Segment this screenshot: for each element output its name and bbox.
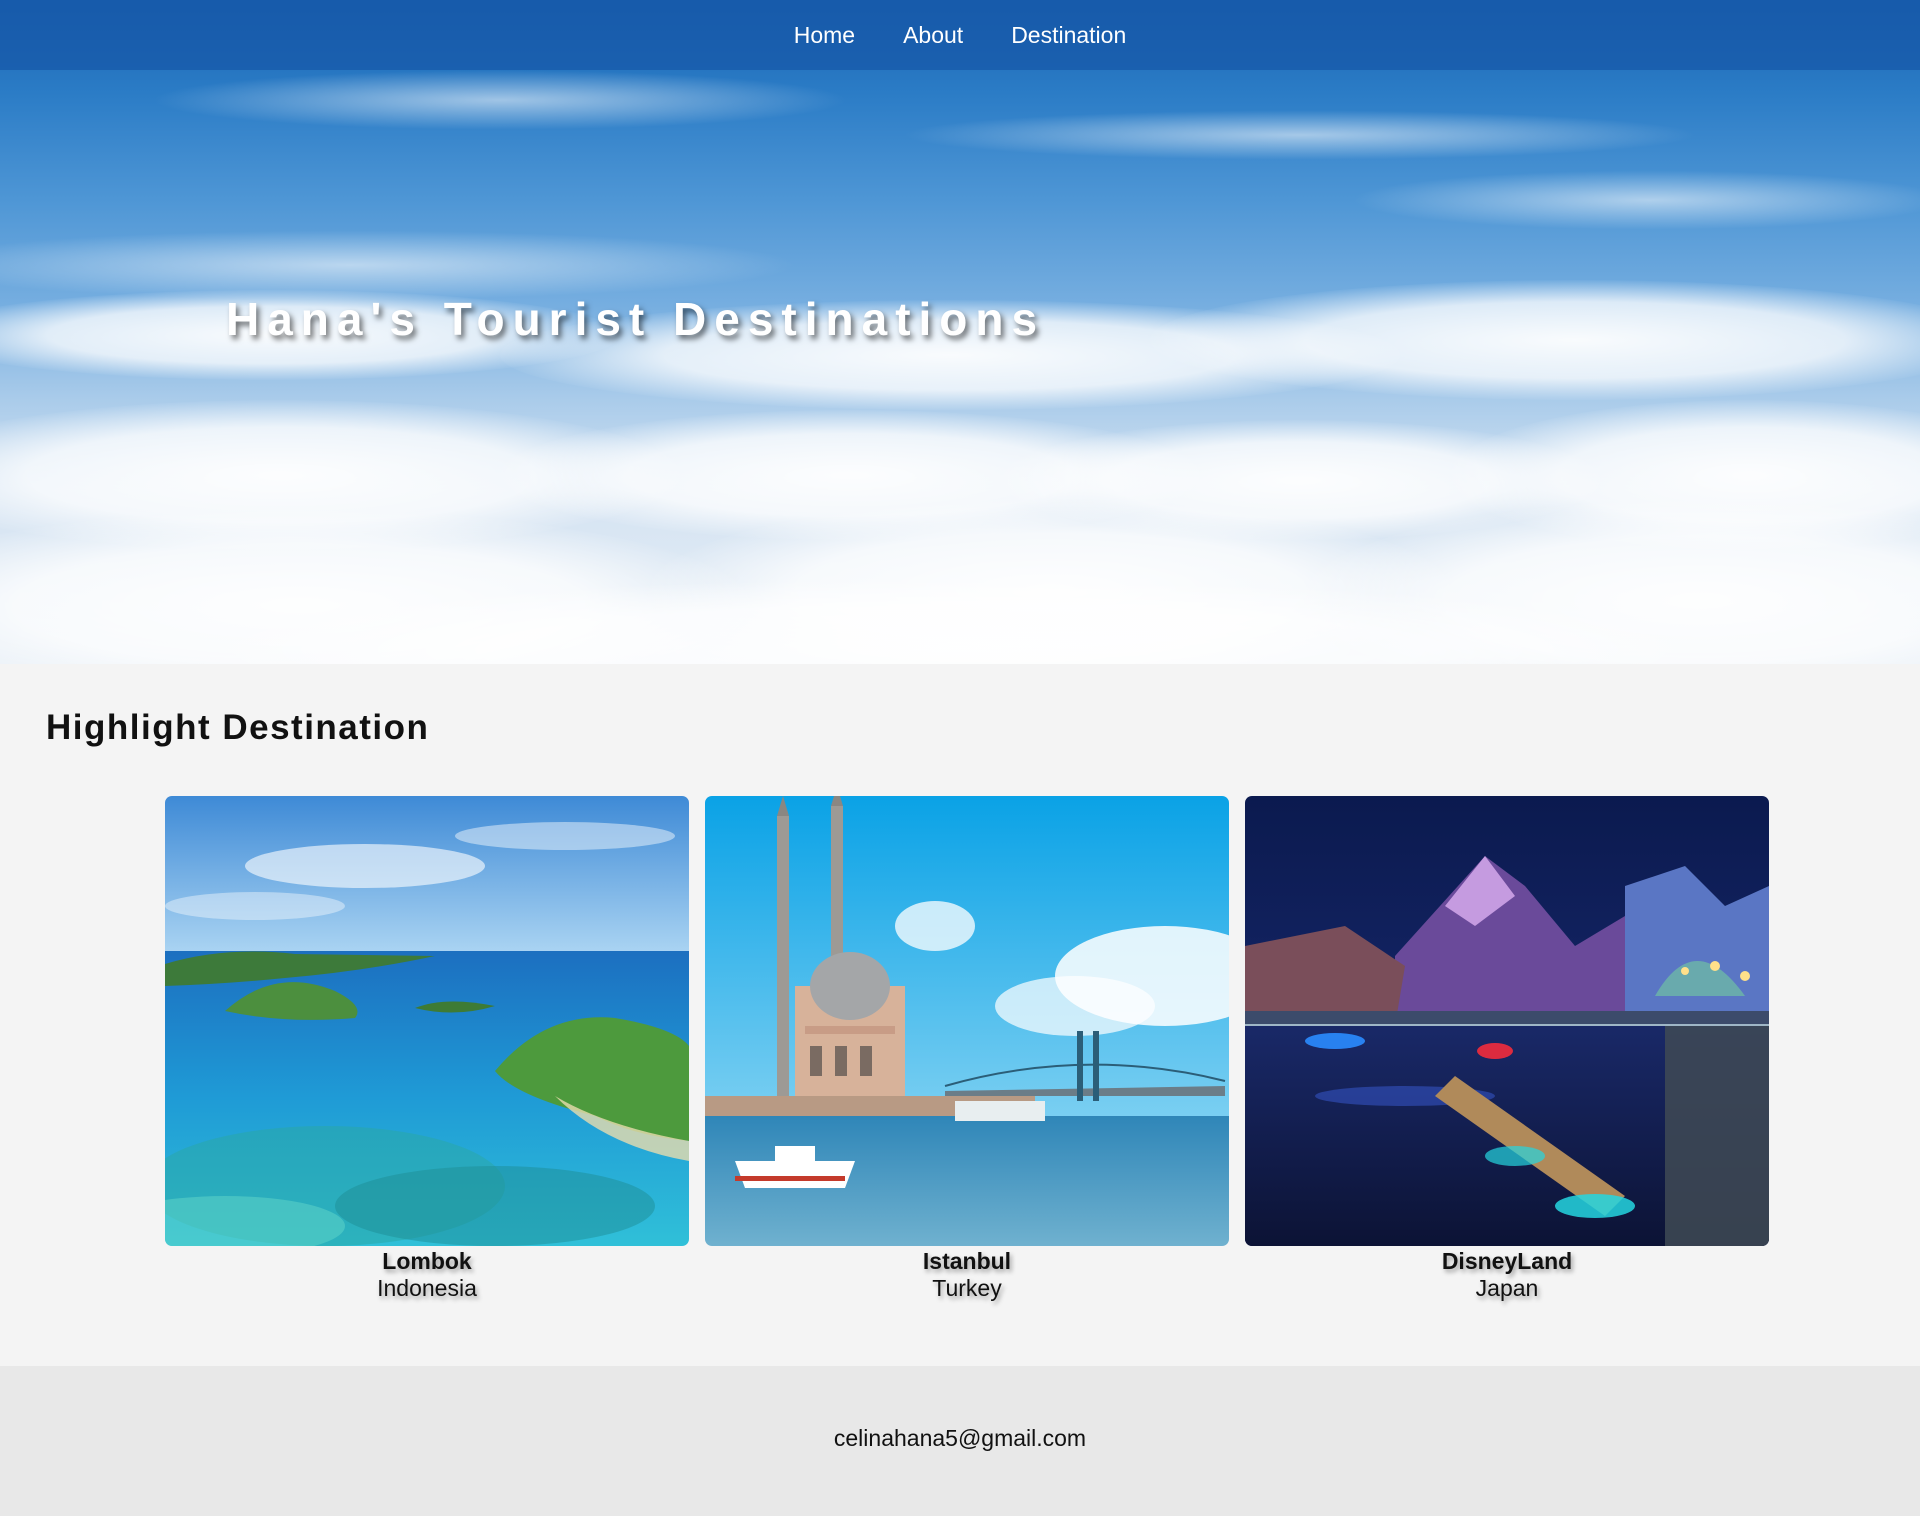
disneyland-photo[interactable] [1245,796,1769,1246]
destination-country: Japan [1475,1275,1539,1301]
lombok-photo[interactable] [165,796,689,1246]
destination-card-disneyland[interactable]: DisneyLand Japan [1245,796,1769,1302]
nav-about-link[interactable]: About [903,22,963,49]
top-navigation: Home About Destination [0,0,1920,70]
destination-country: Turkey [932,1275,1002,1301]
destination-name: Istanbul [922,1248,1012,1274]
destination-name: Lombok [382,1248,472,1274]
highlight-section: Highlight Destination Lombok Indonesia I… [0,664,1920,1366]
destination-card-istanbul[interactable]: Istanbul Turkey [705,796,1229,1302]
contact-email: celinahana5@gmail.com [833,1425,1087,1451]
nav-destination-link[interactable]: Destination [1011,22,1126,49]
footer: celinahana5@gmail.com [0,1366,1920,1516]
hero-banner: Home About Destination Hana's Tourist De… [0,0,1920,664]
hero-title: Hana's Tourist Destinations [226,293,1046,345]
section-title: Highlight Destination [46,708,430,747]
destination-cards: Lombok Indonesia Istanbul Turkey DisneyL… [165,796,1769,1302]
destination-card-lombok[interactable]: Lombok Indonesia [165,796,689,1302]
istanbul-photo[interactable] [705,796,1229,1246]
nav-home-link[interactable]: Home [794,22,855,49]
destination-country: Indonesia [377,1275,477,1301]
destination-name: DisneyLand [1441,1248,1573,1274]
